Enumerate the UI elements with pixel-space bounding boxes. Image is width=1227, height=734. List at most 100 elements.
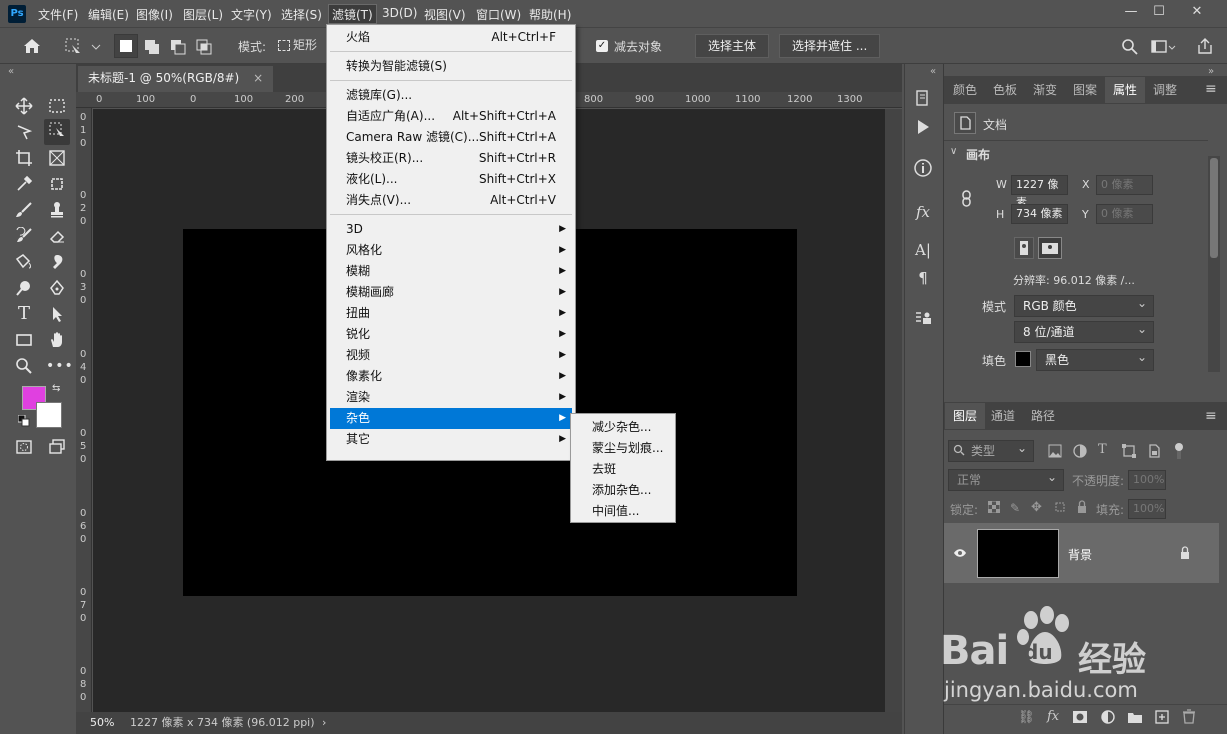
tab-swatches[interactable]: 色板	[985, 77, 1025, 103]
object-selection-tool-icon[interactable]	[44, 119, 70, 145]
new-layer-icon[interactable]	[1155, 710, 1169, 724]
path-selection-tool-icon[interactable]	[46, 303, 68, 325]
lasso-tool-icon[interactable]	[13, 121, 35, 143]
filter-menu-item[interactable]: 液化(L)... Shift+Ctrl+X	[330, 169, 572, 190]
gradient-tool-icon[interactable]	[13, 251, 35, 273]
filter-menu-item[interactable]: 扭曲 ▶	[330, 303, 572, 324]
tab-adjustments[interactable]: 调整	[1145, 77, 1185, 103]
layer-visibility-eye-icon[interactable]	[953, 547, 967, 559]
filter-menu-item[interactable]: 自适应广角(A)... Alt+Shift+Ctrl+A	[330, 106, 572, 127]
styles-fx-icon[interactable]: fx	[913, 202, 933, 222]
hand-tool-icon[interactable]	[46, 329, 68, 351]
character-panel-icon[interactable]: A|	[913, 240, 933, 260]
select-and-mask-button[interactable]: 选择并遮住 ...	[779, 34, 881, 58]
menu-image[interactable]: 图像(I)	[136, 6, 173, 23]
filter-adjustment-icon[interactable]	[1073, 444, 1087, 458]
menu-edit[interactable]: 编辑(E)	[88, 6, 129, 23]
move-tool-icon[interactable]	[13, 95, 35, 117]
blur-tool-icon[interactable]	[46, 251, 68, 273]
filter-smart-object-icon[interactable]	[1147, 444, 1161, 458]
filter-menu-item[interactable]: 视频 ▶	[330, 345, 572, 366]
color-mode-select[interactable]: RGB 颜色	[1014, 293, 1154, 317]
search-icon[interactable]	[1121, 38, 1139, 56]
noise-submenu-item[interactable]: 去斑	[574, 459, 672, 480]
filter-menu-item[interactable]: 模糊 ▶	[330, 261, 572, 282]
link-layers-icon[interactable]: ⛓	[1018, 710, 1035, 725]
tab-paths[interactable]: 路径	[1023, 403, 1063, 429]
maximize-button[interactable]: ☐	[1146, 2, 1172, 22]
filter-menu-item[interactable]: 像素化 ▶	[330, 366, 572, 387]
default-colors-icon[interactable]	[17, 414, 30, 427]
document-tab[interactable]: 未标题-1 @ 50%(RGB/8#) ×	[78, 66, 274, 92]
menu-layer[interactable]: 图层(L)	[183, 6, 223, 23]
actions-play-icon[interactable]	[913, 117, 933, 137]
noise-submenu-item[interactable]: 中间值...	[574, 501, 672, 522]
glyphs-panel-icon[interactable]	[913, 308, 933, 328]
fill-select[interactable]: 黑色	[1036, 347, 1154, 371]
height-field[interactable]: 734 像素	[1011, 204, 1068, 224]
share-icon[interactable]	[1196, 37, 1214, 55]
fill-opacity-field[interactable]: 100%	[1128, 499, 1166, 519]
add-selection-icon[interactable]	[143, 38, 161, 56]
filter-menu-item[interactable]: Camera Raw 滤镜(C)... Shift+Ctrl+A	[330, 127, 572, 148]
filter-menu-item[interactable]: 其它 ▶	[330, 429, 572, 450]
rectangle-tool-icon[interactable]	[13, 329, 35, 351]
noise-submenu-item[interactable]: 减少杂色...	[574, 417, 672, 438]
intersect-selection-icon[interactable]	[195, 38, 213, 56]
noise-submenu-item[interactable]: 添加杂色...	[574, 480, 672, 501]
zoom-level[interactable]: 50%	[90, 716, 114, 729]
layers-menu-icon[interactable]: ≡	[1205, 408, 1217, 424]
close-tab-icon[interactable]: ×	[253, 71, 263, 85]
filter-menu-item[interactable]: 滤镜库(G)...	[330, 85, 572, 106]
zoom-tool-icon[interactable]	[13, 355, 35, 377]
tab-color[interactable]: 颜色	[945, 77, 985, 103]
object-select-tool-preset-icon[interactable]	[54, 36, 102, 58]
filter-menu-item[interactable]: 火焰 Alt+Ctrl+F	[330, 27, 572, 48]
properties-scrollbar[interactable]	[1208, 156, 1220, 372]
menu-filter[interactable]: 滤镜(T)	[328, 4, 377, 24]
portrait-orientation-icon[interactable]	[1014, 237, 1034, 259]
spot-healing-tool-icon[interactable]	[46, 173, 68, 195]
workspace-icon[interactable]	[1150, 38, 1176, 56]
add-layer-style-icon[interactable]: fx	[1047, 709, 1059, 724]
tab-properties[interactable]: 属性	[1105, 77, 1146, 103]
crop-tool-icon[interactable]	[13, 147, 35, 169]
tab-channels[interactable]: 通道	[983, 403, 1023, 429]
collapse-tools-icon[interactable]: «	[8, 66, 14, 77]
new-adjustment-layer-icon[interactable]	[1101, 710, 1115, 724]
swap-colors-icon[interactable]: ⇆	[52, 383, 60, 394]
eyedropper-tool-icon[interactable]	[13, 173, 35, 195]
width-field[interactable]: 1227 像素	[1011, 175, 1068, 209]
more-tools-icon[interactable]: •••	[46, 355, 73, 377]
background-color-swatch[interactable]	[36, 402, 62, 428]
subtract-selection-icon[interactable]	[169, 38, 187, 56]
marquee-tool-icon[interactable]	[46, 95, 68, 117]
scrollbar-thumb[interactable]	[1210, 158, 1218, 258]
filter-menu-item[interactable]: 模糊画廊 ▶	[330, 282, 572, 303]
layer-row-background[interactable]: 背景	[944, 523, 1219, 583]
add-mask-icon[interactable]	[1073, 711, 1087, 723]
filter-pixel-icon[interactable]	[1048, 444, 1062, 458]
properties-menu-icon[interactable]: ≡	[1205, 81, 1217, 97]
type-tool-icon[interactable]: T	[13, 303, 35, 325]
minimize-button[interactable]: —	[1118, 2, 1144, 22]
lock-transparent-icon[interactable]	[987, 500, 1001, 514]
select-subject-button[interactable]: 选择主体	[695, 34, 770, 58]
noise-submenu-item[interactable]: 蒙尘与划痕...	[574, 438, 672, 459]
filter-menu-item[interactable]: 风格化 ▶	[330, 240, 572, 261]
menu-file[interactable]: 文件(F)	[38, 6, 78, 23]
filter-menu-item[interactable]: 渲染 ▶	[330, 387, 572, 408]
menu-window[interactable]: 窗口(W)	[476, 6, 521, 23]
x-field[interactable]: 0 像素	[1096, 175, 1153, 195]
tab-patterns[interactable]: 图案	[1065, 77, 1105, 103]
bit-depth-select[interactable]: 8 位/通道	[1014, 319, 1154, 343]
menu-type[interactable]: 文字(Y)	[231, 6, 272, 23]
menu-view[interactable]: 视图(V)	[424, 6, 466, 23]
new-group-icon[interactable]	[1128, 711, 1142, 723]
dodge-tool-icon[interactable]	[13, 277, 35, 299]
mode-select[interactable]: 矩形	[278, 36, 326, 56]
history-panel-icon[interactable]	[913, 88, 933, 108]
y-field[interactable]: 0 像素	[1096, 204, 1153, 224]
fill-color-swatch[interactable]	[1015, 351, 1031, 367]
blend-mode-select[interactable]: 正常	[948, 467, 1064, 491]
